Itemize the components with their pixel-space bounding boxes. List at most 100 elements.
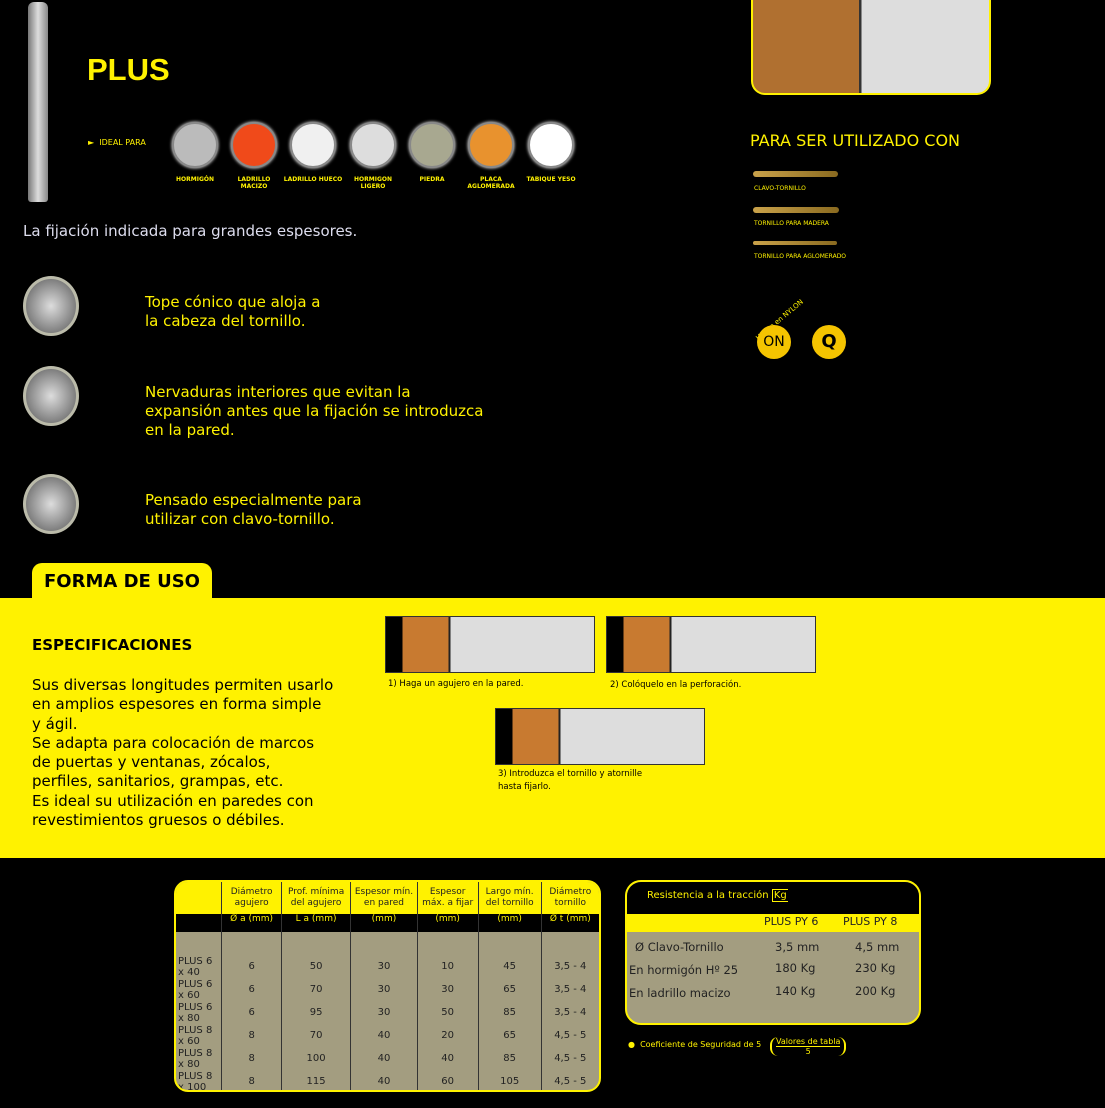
table-cell: 8 (221, 1047, 282, 1070)
table-cell: 70 (280, 978, 351, 1001)
step-1-image (385, 616, 595, 673)
spec-text: Sus diversas longitudes permiten usarlo … (32, 676, 334, 830)
formula-denominator: 5 (805, 1047, 811, 1056)
table-units-row: Ø a (mm) L a (mm) (mm) (mm) (mm) Ø t (mm) (176, 914, 599, 932)
table-row: PLUS 6 x 80 6 95 30 50 85 3,5 - 4 (176, 1001, 599, 1024)
table-cell: 30 (350, 1001, 418, 1024)
plug-image (28, 2, 48, 202)
table-cell: 65 (477, 978, 542, 1001)
arrow-icon: ► (88, 138, 100, 147)
table-row: PLUS 6 x 60 6 70 30 30 65 3,5 - 4 (176, 978, 599, 1001)
resistance-unit: Kg (771, 889, 788, 902)
material-label: TABIQUE YESO (526, 176, 576, 183)
cell-value: 200 Kg (855, 984, 896, 998)
material-swatch-icon (350, 122, 396, 168)
nail-screw-icon (753, 171, 838, 177)
column-unit: L a (mm) (280, 914, 351, 932)
use-with-item: TORNILLO PARA AGLOMERADO (754, 253, 847, 260)
table-cell: 50 (416, 1001, 479, 1024)
material-swatch-icon (172, 122, 218, 168)
conical-cap-icon (23, 276, 79, 336)
table-cell: 60 (416, 1070, 479, 1090)
step-caption: 3) Introduzca el tornillo y atornille ha… (498, 769, 643, 792)
table-cell: PLUS 6 x 60 (178, 978, 213, 1001)
table-cell: 6 (221, 955, 282, 978)
table-cell: 115 (280, 1070, 351, 1090)
table-cell: 6 (221, 978, 282, 1001)
spec-table: Diámetro agujero Prof. mínima del agujero… (174, 880, 601, 1092)
material-swatch-icon (528, 122, 574, 168)
table-cell: 85 (477, 1047, 542, 1070)
resistance-row: En ladrillo macizo 140 Kg 200 Kg (627, 984, 919, 1007)
step-2-image (606, 616, 816, 673)
use-with-title: PARA SER UTILIZADO CON (750, 131, 961, 150)
table-cell: 100 (280, 1047, 351, 1070)
col-header: PLUS PY 6 (764, 915, 819, 928)
material-label: HORMIGON LIGERO (354, 176, 392, 190)
material-item: LADRILLO HUECO (283, 122, 343, 183)
table-cell: 30 (416, 978, 479, 1001)
material-item: TABIQUE YESO (521, 122, 581, 183)
table-cell: 4,5 - 5 (540, 1024, 599, 1047)
table-row: PLUS 8 x 100 8 115 40 60 105 4,5 - 5 (176, 1070, 599, 1092)
table-cell: 70 (280, 1024, 351, 1047)
material-item: PLACA AGLOMERADA (461, 122, 521, 190)
use-with-item: TORNILLO PARA MADERA (754, 220, 829, 227)
table-cell: 4,5 - 5 (540, 1070, 599, 1090)
row-label: En ladrillo macizo (629, 986, 731, 1000)
column-header (176, 882, 222, 914)
material-label: HORMIGÓN (176, 176, 214, 183)
table-cell: 85 (477, 1001, 542, 1024)
tab-forma-de-uso[interactable]: FORMA DE USO (32, 563, 212, 599)
col-header: PLUS PY 8 (843, 915, 898, 928)
chipboard-screw-icon (753, 241, 837, 245)
table-row: PLUS 8 x 80 8 100 40 40 85 4,5 - 5 (176, 1047, 599, 1070)
table-cell: 3,5 - 4 (540, 1001, 599, 1024)
column-unit (176, 914, 222, 932)
table-cell: 45 (477, 955, 542, 978)
table-cell: 40 (350, 1024, 418, 1047)
product-photo (751, 0, 991, 95)
material-item: PIEDRA (402, 122, 462, 183)
column-unit: Ø a (mm) (221, 914, 282, 932)
column-header: Espesor máx. a fijar (416, 882, 479, 914)
table-row: PLUS 8 x 60 8 70 40 20 65 4,5 - 5 (176, 1024, 599, 1047)
resistance-row: Ø Clavo-Tornillo 3,5 mm 4,5 mm (627, 938, 919, 961)
material-item: HORMIGÓN (165, 122, 225, 183)
column-header: Diámetro tornillo (540, 882, 599, 914)
column-unit: Ø t (mm) (540, 914, 599, 932)
cell-value: 4,5 mm (855, 940, 900, 954)
table-cell: 40 (416, 1047, 479, 1070)
material-swatch-icon (468, 122, 514, 168)
step-caption: 1) Haga un agujero en la pared. (388, 679, 524, 689)
material-label: PIEDRA (419, 176, 445, 183)
table-cell: 40 (350, 1047, 418, 1070)
column-header: Diámetro agujero (221, 882, 282, 914)
feature-text: Pensado especialmente para utilizar con … (145, 491, 362, 528)
table-cell: PLUS 8 x 80 (178, 1047, 213, 1070)
resistance-row: En hormigón Hº 25 180 Kg 230 Kg (627, 961, 919, 984)
column-header: Prof. mínima del agujero (280, 882, 351, 914)
safety-note: ● Coeficiente de Seguridad de 5 (628, 1040, 762, 1049)
product-title: PLUS (87, 52, 170, 87)
resistance-title: Resistencia a la tracción (647, 890, 769, 901)
table-cell: 30 (350, 955, 418, 978)
material-item: HORMIGON LIGERO (343, 122, 403, 190)
feature-text: Tope cónico que aloja a la cabeza del to… (145, 293, 321, 330)
nail-screw-icon (23, 474, 79, 534)
material-item: LADRILLO MACIZO (224, 122, 284, 190)
step-caption: 2) Colóquelo en la perforación. (610, 680, 742, 690)
table-cell: 50 (280, 955, 351, 978)
column-unit: (mm) (416, 914, 479, 932)
table-cell: 6 (221, 1001, 282, 1024)
table-cell: PLUS 8 x 100 (178, 1070, 213, 1092)
table-header-row: Diámetro agujero Prof. mínima del agujero… (176, 882, 599, 914)
resistance-table: Resistencia a la tracción Kg PLUS PY 6 PL… (625, 880, 921, 1025)
table-cell: 4,5 - 5 (540, 1047, 599, 1070)
column-unit: (mm) (350, 914, 418, 932)
row-label: En hormigón Hº 25 (629, 963, 739, 977)
table-cell: 3,5 - 4 (540, 955, 599, 978)
bullet-icon: ● (628, 1040, 641, 1049)
table-cell: 65 (477, 1024, 542, 1047)
column-header: Largo mín. del tornillo (477, 882, 542, 914)
